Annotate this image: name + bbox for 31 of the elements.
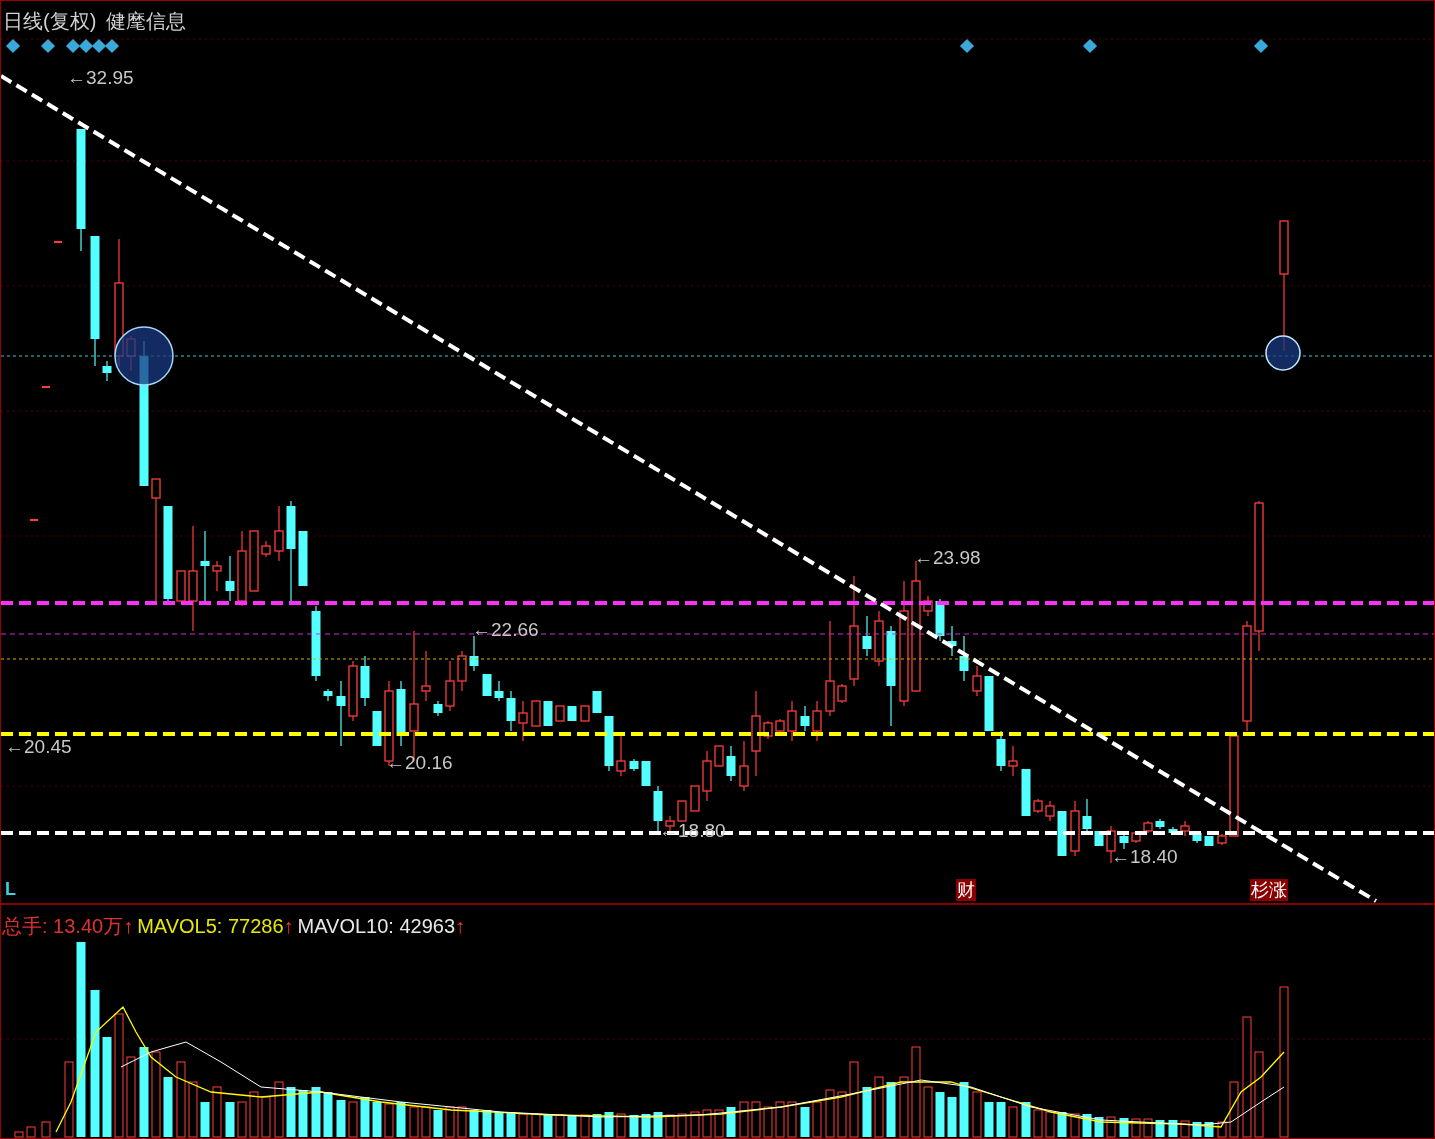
tick-mark (30, 519, 38, 521)
tick-mark (54, 241, 62, 243)
diamond-icon[interactable] (5, 38, 21, 54)
trend-arrow: ↑ (283, 915, 294, 938)
price-label: ←20.45 (5, 736, 72, 758)
price-label: ←22.66 (472, 619, 539, 641)
trend-arrow: ↑ (455, 915, 466, 938)
volume-legend-label: 总手: 13.40万 (2, 914, 124, 939)
diamond-icon[interactable] (65, 38, 81, 54)
diamond-icon[interactable] (1082, 38, 1098, 54)
circle-highlight (1265, 335, 1301, 371)
event-tag[interactable]: 财 (956, 879, 976, 901)
diamond-icon[interactable] (1253, 38, 1269, 54)
chart-period-label: 日线(复权) (3, 9, 97, 34)
trend-arrow: ↑ (123, 915, 134, 938)
diamond-icon[interactable] (91, 38, 107, 54)
price-label: ←32.95 (67, 67, 134, 89)
event-tag[interactable]: 杉涨 (1250, 879, 1288, 901)
marker-letter: L (5, 879, 16, 900)
diamond-icon[interactable] (78, 38, 94, 54)
diamond-icon[interactable] (104, 38, 120, 54)
volume-legend-label: MAVOL10: 42963 (297, 915, 456, 938)
diamond-icon[interactable] (40, 38, 56, 54)
price-label: ←18.40 (1111, 846, 1178, 868)
tick-mark (42, 386, 50, 388)
price-label: ←23.98 (914, 547, 981, 569)
price-label: ←20.16 (386, 752, 453, 774)
diamond-icon[interactable] (959, 38, 975, 54)
stock-name: 健麾信息 (106, 9, 187, 34)
volume-legend-label: MAVOL5: 77286 (137, 915, 284, 938)
circle-highlight (114, 326, 174, 386)
